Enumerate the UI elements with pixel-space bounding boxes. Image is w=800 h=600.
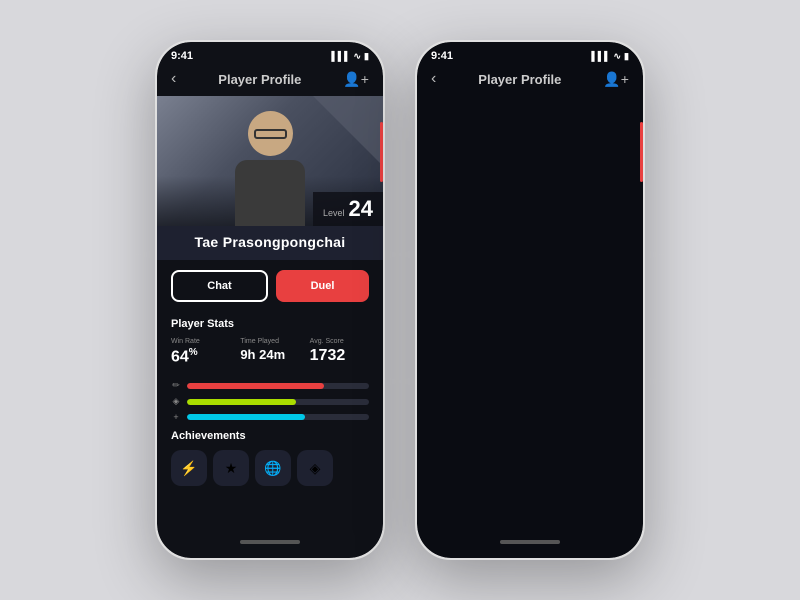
header-title-2: Player Profile <box>478 72 561 87</box>
stat-time-played: Time Played 9h 24m <box>240 338 299 366</box>
level-badge: Level 24 <box>313 192 383 226</box>
duel-button[interactable]: Duel <box>276 270 369 302</box>
avatar-head <box>248 111 293 156</box>
stat-win-rate-value: 64% <box>171 347 230 366</box>
stat-win-rate: Win Rate 64% <box>171 338 230 366</box>
scroll-indicator-1 <box>240 540 300 544</box>
status-bar-2: 9:41 ▌▌▌ ∿ ▮ <box>417 42 643 66</box>
phone-1: 9:41 ▌▌▌ ∿ ▮ ‹ Player Profile 👤+ <box>155 40 385 560</box>
player-name-bar: Tae Prasongpongchai <box>157 226 383 260</box>
stat-time-label: Time Played <box>240 338 299 345</box>
achievement-badge-2[interactable]: ★ <box>213 450 249 486</box>
signal-icon: ▌▌▌ <box>331 51 350 61</box>
header-1: ‹ Player Profile 👤+ <box>157 66 383 96</box>
bar-icon-1: ✏ <box>171 380 181 391</box>
achievement-badge-4[interactable]: ◈ <box>297 450 333 486</box>
wifi-icon: ∿ <box>354 51 362 62</box>
add-friend-icon-2[interactable]: 👤+ <box>603 71 629 88</box>
bar-row-1: ✏ <box>171 380 369 391</box>
add-friend-icon-1[interactable]: 👤+ <box>343 71 369 88</box>
signal-icon-2: ▌▌▌ <box>591 51 610 61</box>
bar-track-3 <box>187 414 369 420</box>
bar-fill-2 <box>187 399 296 405</box>
stat-avg-label: Avg. Score <box>310 338 369 345</box>
stat-win-rate-label: Win Rate <box>171 338 230 345</box>
stats-title: Player Stats <box>171 318 369 330</box>
back-button-1[interactable]: ‹ <box>171 70 176 88</box>
wifi-icon-2: ∿ <box>614 51 622 62</box>
achievement-icons: ⚡ ★ 🌐 ◈ <box>171 450 369 486</box>
chat-button[interactable]: Chat <box>171 270 268 302</box>
status-time-1: 9:41 <box>171 50 193 62</box>
bar-fill-1 <box>187 383 324 389</box>
profile-image-area: Level 24 <box>157 96 383 226</box>
status-icons-2: ▌▌▌ ∿ ▮ <box>591 51 629 62</box>
player-name: Tae Prasongpongchai <box>195 234 346 250</box>
stat-avg-score: Avg. Score 1732 <box>310 338 369 366</box>
level-label: Level <box>323 208 345 218</box>
achievement-badge-1[interactable]: ⚡ <box>171 450 207 486</box>
stat-time-value: 9h 24m <box>240 347 299 362</box>
bar-row-3: + <box>171 412 369 422</box>
bar-track-2 <box>187 399 369 405</box>
action-buttons: Chat Duel <box>157 260 383 312</box>
bar-row-2: ◈ <box>171 396 369 407</box>
achievement-badge-3[interactable]: 🌐 <box>255 450 291 486</box>
battery-icon: ▮ <box>364 51 369 62</box>
status-bar-1: 9:41 ▌▌▌ ∿ ▮ <box>157 42 383 66</box>
level-number: 24 <box>349 196 373 222</box>
stats-section: Player Stats Win Rate 64% Time Played 9h… <box>157 312 383 380</box>
bars-section: ✏ ◈ + <box>157 380 383 422</box>
achievements-section: Achievements ⚡ ★ 🌐 ◈ <box>157 422 383 490</box>
avatar-body <box>235 160 305 226</box>
triangle-decoration <box>313 96 383 166</box>
header-2: ‹ Player Profile 👤+ <box>417 66 643 96</box>
stat-avg-value: 1732 <box>310 347 369 365</box>
achievements-title: Achievements <box>171 430 369 442</box>
bar-track-1 <box>187 383 369 389</box>
stats-grid: Win Rate 64% Time Played 9h 24m Avg. Sco… <box>171 338 369 366</box>
battery-icon-2: ▮ <box>624 51 629 62</box>
bar-icon-3: + <box>171 412 181 422</box>
phone-2: 9:41 ▌▌▌ ∿ ▮ ‹ Player Profile 👤+ <box>415 40 645 560</box>
scroll-indicator-2 <box>500 540 560 544</box>
bar-fill-3 <box>187 414 305 420</box>
avatar-silhouette <box>225 111 315 226</box>
back-button-2[interactable]: ‹ <box>431 70 436 88</box>
bar-icon-2: ◈ <box>171 396 181 407</box>
header-title-1: Player Profile <box>218 72 301 87</box>
avatar-glasses <box>254 129 287 139</box>
status-time-2: 9:41 <box>431 50 453 62</box>
status-icons-1: ▌▌▌ ∿ ▮ <box>331 51 369 62</box>
